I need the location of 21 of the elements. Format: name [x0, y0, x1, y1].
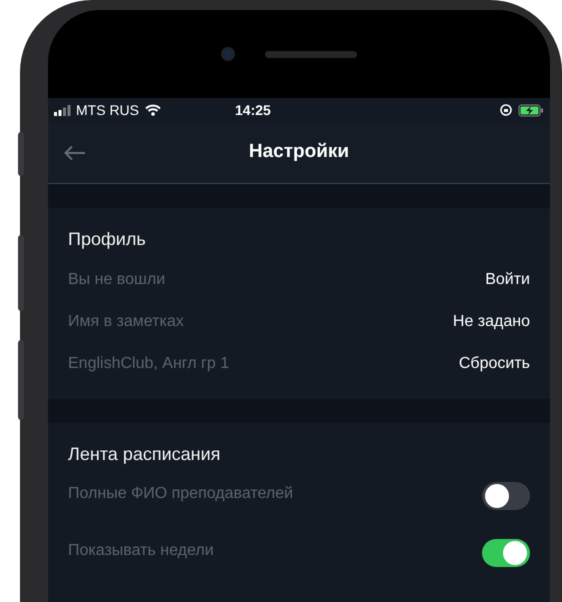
status-time: 14:25: [235, 100, 271, 120]
row-action[interactable]: Войти: [485, 268, 530, 292]
wifi-icon: [145, 104, 161, 116]
row-label: Вы не вошли: [68, 270, 166, 290]
row-label: Показывать недели: [68, 541, 214, 561]
carrier-name: MTS RUS: [76, 100, 139, 120]
rotation-lock-icon: [500, 104, 512, 116]
row-label: Полные ФИО преподавателей: [68, 484, 294, 504]
toggle-switch[interactable]: [482, 539, 530, 567]
screen-title: Настройки: [248, 140, 350, 164]
row-action[interactable]: Сбросить: [458, 352, 530, 376]
section-heading: Профиль: [68, 228, 147, 251]
row-label: EnglishClub, Англ гр 1: [68, 354, 230, 374]
row-action[interactable]: Не задано: [452, 310, 530, 334]
row-label: Имя в заметках: [68, 312, 184, 332]
toggle-switch[interactable]: [482, 482, 530, 510]
battery-charging-icon: [518, 104, 544, 116]
section-heading: Лента расписания: [68, 443, 222, 466]
camera-icon: [221, 47, 235, 61]
back-arrow-icon[interactable]: [64, 144, 86, 160]
signal-icon: [54, 104, 72, 116]
